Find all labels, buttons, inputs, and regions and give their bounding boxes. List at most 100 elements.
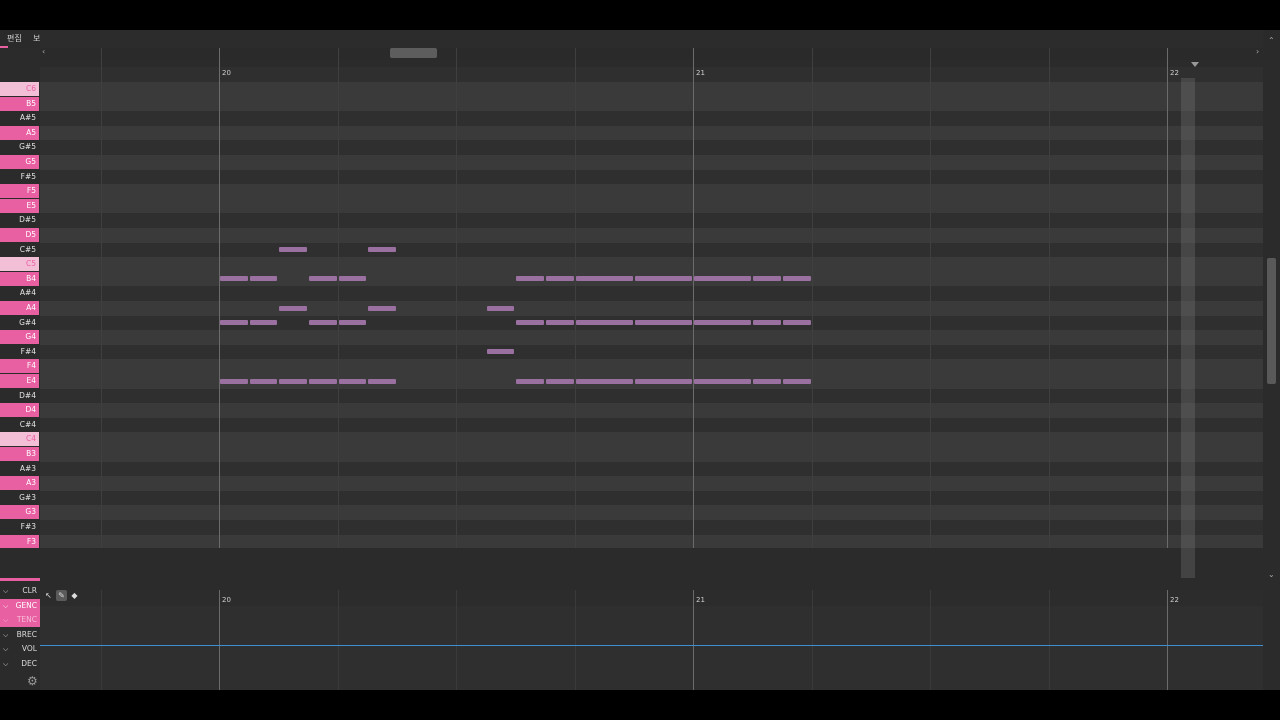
- piano-key[interactable]: C5: [0, 257, 39, 272]
- note-e4[interactable]: [516, 378, 544, 384]
- chevron-down-icon[interactable]: ⌵: [3, 642, 8, 656]
- note-b4[interactable]: [338, 276, 367, 282]
- piano-key[interactable]: G#5: [0, 140, 39, 155]
- playhead-marker-icon[interactable]: [1191, 62, 1199, 67]
- note-cs5[interactable]: [279, 247, 307, 253]
- piano-key[interactable]: C6: [0, 82, 39, 96]
- piano-key[interactable]: G4: [0, 330, 39, 345]
- piano-roll-grid[interactable]: [40, 48, 1263, 548]
- note-gs4[interactable]: [753, 320, 781, 326]
- note-a4[interactable]: [486, 305, 515, 311]
- piano-key[interactable]: G#4: [0, 315, 39, 330]
- note-b4[interactable]: [545, 276, 574, 282]
- piano-key[interactable]: C#5: [0, 242, 39, 257]
- timeline-ruler[interactable]: [40, 30, 1263, 48]
- note-b4[interactable]: [753, 276, 781, 282]
- piano-key[interactable]: D5: [0, 228, 39, 242]
- expr-pointer-icon[interactable]: ↖: [43, 590, 54, 601]
- chevron-down-icon[interactable]: ⌵: [3, 657, 8, 671]
- expression-tab-brec[interactable]: ⌵ BREC: [0, 627, 40, 642]
- piano-key[interactable]: C#4: [0, 417, 39, 432]
- note-e4[interactable]: [753, 378, 781, 384]
- piano-key[interactable]: A4: [0, 301, 39, 315]
- note-e4[interactable]: [368, 378, 396, 384]
- vertical-scroll-thumb[interactable]: [1267, 258, 1276, 384]
- note-gs4[interactable]: [220, 320, 248, 326]
- note-b4[interactable]: [634, 276, 692, 282]
- chevron-down-icon[interactable]: ⌵: [3, 584, 8, 598]
- note-gs4[interactable]: [545, 320, 574, 326]
- piano-key[interactable]: A#3: [0, 461, 39, 476]
- note-gs4[interactable]: [308, 320, 337, 326]
- note-e4[interactable]: [308, 378, 337, 384]
- note-e4[interactable]: [249, 378, 278, 384]
- piano-key[interactable]: G#3: [0, 490, 39, 505]
- chevron-down-icon[interactable]: ⌵: [3, 613, 8, 627]
- expression-tab-genc[interactable]: ⌵ GENC: [0, 598, 40, 613]
- note-gs4[interactable]: [782, 320, 811, 326]
- volume-curve[interactable]: [40, 645, 1263, 646]
- piano-key[interactable]: G3: [0, 505, 39, 520]
- note-gs4[interactable]: [575, 320, 633, 326]
- piano-key[interactable]: E5: [0, 198, 39, 213]
- piano-keyboard[interactable]: C6 B5 A#5 A5 G#5 G5 F#5 F5 E5 D#5 D5 C#5 C5 B4 A#4 A4 G#…: [0, 48, 40, 548]
- piano-key[interactable]: B4: [0, 271, 39, 286]
- expression-tab-clr[interactable]: ⌵ CLR: [0, 584, 40, 598]
- scroll-up-icon[interactable]: ⌃: [1268, 36, 1275, 45]
- note-a4[interactable]: [368, 305, 396, 311]
- note-e4[interactable]: [634, 378, 692, 384]
- expression-tab-tenc[interactable]: ⌵ TENC: [0, 613, 40, 628]
- piano-key[interactable]: A5: [0, 125, 39, 140]
- chevron-down-icon[interactable]: ⌵: [3, 628, 8, 642]
- menu-item[interactable]: 편집: [7, 33, 22, 44]
- expression-tab-vol[interactable]: ⌵ VOL: [0, 642, 40, 657]
- note-gs4[interactable]: [694, 320, 752, 326]
- gear-icon[interactable]: ⚙: [27, 674, 38, 688]
- piano-key[interactable]: B3: [0, 447, 39, 461]
- piano-key[interactable]: D#4: [0, 388, 39, 403]
- piano-key[interactable]: D4: [0, 403, 39, 418]
- note-gs4[interactable]: [338, 320, 367, 326]
- piano-key[interactable]: A#4: [0, 286, 39, 301]
- note-b4[interactable]: [308, 276, 337, 282]
- piano-key[interactable]: F#3: [0, 520, 39, 534]
- piano-key[interactable]: A#5: [0, 111, 39, 126]
- piano-key[interactable]: B5: [0, 96, 39, 111]
- note-gs4[interactable]: [249, 320, 278, 326]
- note-e4[interactable]: [694, 378, 752, 384]
- note-e4[interactable]: [782, 378, 811, 384]
- scroll-down-icon[interactable]: ⌄: [1268, 570, 1275, 579]
- piano-key[interactable]: E4: [0, 374, 39, 388]
- note-b4[interactable]: [575, 276, 633, 282]
- expression-tab-dec[interactable]: ⌵ DEC: [0, 657, 40, 671]
- piano-key[interactable]: C4: [0, 432, 39, 447]
- piano-key[interactable]: F3: [0, 534, 39, 548]
- piano-key[interactable]: D#5: [0, 213, 39, 228]
- piano-key[interactable]: F#4: [0, 344, 39, 359]
- piano-key[interactable]: G5: [0, 155, 39, 169]
- note-e4[interactable]: [279, 378, 307, 384]
- piano-key[interactable]: A3: [0, 476, 39, 491]
- note-b4[interactable]: [220, 276, 248, 282]
- note-e4[interactable]: [338, 378, 367, 384]
- note-b4[interactable]: [516, 276, 544, 282]
- note-e4[interactable]: [575, 378, 633, 384]
- note-b4[interactable]: [249, 276, 278, 282]
- note-b4[interactable]: [694, 276, 752, 282]
- note-gs4[interactable]: [516, 320, 544, 326]
- piano-key[interactable]: F#5: [0, 169, 39, 184]
- note-fs4[interactable]: [486, 349, 515, 355]
- piano-key[interactable]: F5: [0, 184, 39, 199]
- chevron-down-icon[interactable]: ⌵: [3, 599, 8, 613]
- note-gs4[interactable]: [634, 320, 692, 326]
- note-e4[interactable]: [545, 378, 574, 384]
- expr-eraser-icon[interactable]: ◆: [69, 590, 80, 601]
- expr-pencil-icon[interactable]: ✎: [56, 590, 67, 601]
- note-cs5[interactable]: [368, 247, 396, 253]
- note-e4[interactable]: [220, 378, 248, 384]
- panel-divider[interactable]: [0, 578, 40, 581]
- piano-key[interactable]: F4: [0, 359, 39, 374]
- expression-lane[interactable]: [40, 590, 1263, 690]
- playhead[interactable]: [1181, 78, 1195, 578]
- note-a4[interactable]: [279, 305, 307, 311]
